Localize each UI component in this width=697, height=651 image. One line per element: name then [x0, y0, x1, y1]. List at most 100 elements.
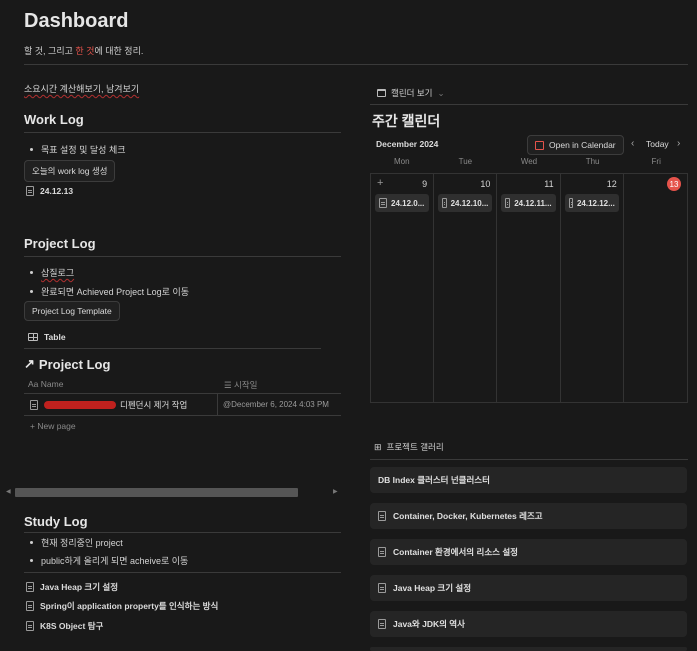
gallery-card[interactable] — [370, 647, 687, 651]
day-cell[interactable]: 13 — [624, 174, 687, 402]
page-title: Dashboard — [24, 10, 129, 32]
open-in-calendar-button[interactable]: Open in Calendar — [527, 135, 624, 155]
column-header-name-label: Name — [40, 379, 64, 389]
today-button[interactable]: Today — [646, 139, 669, 149]
list-item-text: 삽질로그 — [41, 268, 75, 278]
divider — [370, 459, 688, 460]
arrow-up-right-icon: ↗ — [24, 356, 35, 371]
page-link[interactable]: K8S Object 탐구 — [26, 620, 103, 632]
scroll-right-icon[interactable]: ▶ — [333, 488, 338, 495]
gallery-card-title: Container 환경에서의 리소스 설정 — [393, 547, 518, 557]
next-week-icon[interactable]: › — [677, 138, 680, 149]
calendar-event[interactable]: 24.12.0... — [375, 194, 430, 212]
page-icon — [26, 621, 34, 631]
calendar-title: 주간 캘린더 — [372, 113, 441, 129]
divider — [370, 104, 688, 105]
create-work-log-button[interactable]: 오늘의 work log 생성 — [24, 160, 116, 182]
column-header-start[interactable]: ☰ 시작일 — [224, 379, 257, 391]
linked-db-title-text: Project Log — [38, 356, 111, 372]
project-log-template-button[interactable]: Project Log Template — [24, 301, 120, 321]
divider — [24, 64, 688, 65]
gallery-card[interactable]: DB Index 클러스터 넌클러스터 — [370, 467, 687, 493]
day-cell[interactable]: 10 24.12.10... — [434, 174, 498, 402]
calendar-event[interactable]: 24.12.11... — [501, 194, 556, 212]
project-log-heading: Project Log — [24, 236, 96, 251]
page-icon — [378, 583, 386, 593]
list-item: 삽질로그 — [30, 266, 74, 279]
gallery-card[interactable]: Java Heap 크기 설정 — [370, 575, 687, 601]
page-icon — [26, 601, 34, 611]
table-icon — [28, 333, 38, 341]
gallery-card-title: DB Index 클러스터 넌클러스터 — [378, 475, 490, 485]
event-label: 24.12.12... — [576, 198, 615, 208]
gallery-icon: ⊞ — [374, 441, 382, 452]
weekday-label: Fri — [651, 157, 661, 166]
column-header-start-label: 시작일 — [233, 380, 258, 390]
day-cell[interactable]: + 9 24.12.0... — [371, 174, 435, 402]
calendar-event[interactable]: 24.12.12... — [564, 194, 619, 212]
work-log-heading: Work Log — [24, 112, 84, 127]
calendar-event[interactable]: 24.12.10... — [438, 194, 493, 212]
row-start-date[interactable]: @December 6, 2024 4:03 PM — [223, 400, 329, 409]
weekday-label: Thu — [585, 157, 600, 166]
table-view-label: Table — [44, 332, 66, 342]
gallery-card-title: Container, Docker, Kubernetes 레즈고 — [393, 511, 543, 521]
calendar-month: December 2024 — [376, 139, 439, 149]
study-log-heading: Study Log — [24, 514, 88, 529]
list-item: 완료되면 Achieved Project Log로 이동 — [30, 285, 189, 298]
prev-week-icon[interactable]: ‹ — [631, 138, 634, 149]
page-link-label: Spring이 application property를 인식하는 방식 — [40, 601, 219, 611]
divider — [24, 572, 341, 573]
weekday-header: Mon Tue Wed Thu Fri — [370, 157, 688, 166]
page-subtitle: 할 것, 그리고 한 것에 대한 정리. — [24, 44, 143, 57]
column-header-name[interactable]: Aa Name — [28, 379, 63, 389]
page-icon — [378, 619, 386, 629]
calendar-view-label: 캘린더 보기 — [391, 88, 433, 98]
day-number: 11 — [544, 179, 554, 189]
list-item: public하게 올리게 되면 acheive로 이동 — [30, 554, 188, 567]
calendar-grid: + 9 24.12.0... 10 24.12.10... 11 24.12.1… — [370, 173, 688, 403]
gallery-card[interactable]: Java와 JDK의 역사 — [370, 611, 687, 637]
calendar-app-icon — [535, 140, 544, 150]
text-type-icon: Aa — [28, 379, 41, 389]
divider — [24, 256, 341, 257]
day-cell[interactable]: 11 24.12.11... — [497, 174, 561, 402]
event-label: 24.12.0... — [391, 198, 425, 208]
day-cell[interactable]: 12 24.12.12... — [561, 174, 624, 402]
new-page-button[interactable]: + New page — [30, 421, 76, 431]
event-label: 24.12.10... — [450, 198, 489, 208]
gallery-card[interactable]: Container, Docker, Kubernetes 레즈고 — [370, 503, 687, 529]
divider — [24, 348, 321, 349]
page-link[interactable]: 24.12.13 — [26, 186, 73, 196]
day-number: 12 — [606, 179, 617, 189]
page-icon — [379, 198, 387, 208]
page-link[interactable]: Java Heap 크기 설정 — [26, 581, 118, 593]
calendar-view-tab[interactable]: 캘린더 보기 ⌄ — [377, 87, 445, 99]
list-item-text: 완료되면 Achieved Project Log로 이동 — [41, 287, 190, 297]
column-divider — [217, 394, 218, 415]
gallery-label: 프로젝트 갤러리 — [386, 442, 444, 452]
page-link[interactable]: Spring이 application property를 인식하는 방식 — [26, 600, 218, 612]
row-name: 디펜던시 제거 작업 — [120, 399, 188, 410]
page-icon — [26, 582, 34, 592]
gallery-view-tab[interactable]: ⊞ 프로젝트 갤러리 — [374, 441, 444, 453]
horizontal-scrollbar[interactable] — [15, 488, 298, 497]
gallery-card-title: Java Heap 크기 설정 — [393, 583, 472, 593]
list-item-text: 목표 설정 및 달성 체크 — [41, 145, 126, 155]
today-marker: 13 — [667, 177, 681, 191]
calc-link[interactable]: 소요시간 계산해보기, 남겨보기 — [24, 82, 139, 95]
linked-db-title[interactable]: ↗ Project Log — [24, 356, 110, 372]
subtitle-text-end: 에 대한 정리. — [94, 46, 144, 56]
add-event-icon[interactable]: + — [377, 177, 383, 189]
page-link-label: K8S Object 탐구 — [40, 621, 104, 631]
scroll-left-icon[interactable]: ◀ — [6, 488, 11, 495]
chevron-down-icon: ⌄ — [437, 87, 445, 98]
list-item: 목표 설정 및 달성 체크 — [30, 143, 126, 156]
subtitle-text: 할 것, 그리고 — [24, 46, 76, 56]
subtitle-highlight: 한 것 — [75, 46, 95, 56]
gallery-card[interactable]: Container 환경에서의 리소스 설정 — [370, 539, 687, 565]
table-view-tab[interactable]: Table — [28, 332, 66, 342]
day-number: 9 — [422, 179, 428, 189]
divider — [24, 532, 341, 533]
page-icon — [378, 511, 386, 521]
